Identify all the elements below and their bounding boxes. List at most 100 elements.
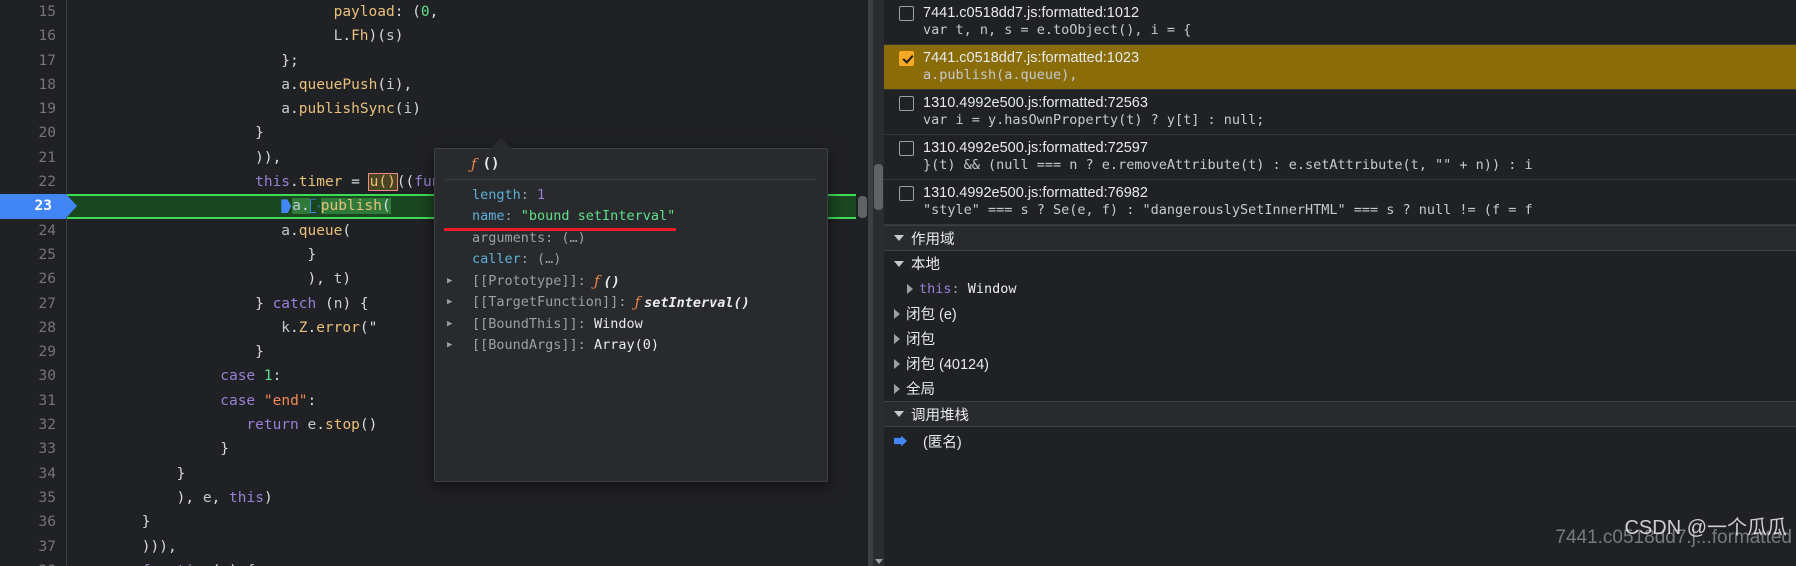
call-stack-section-header[interactable]: 调用堆栈 [884,401,1796,427]
code-line-text[interactable]: function(e) { [66,559,868,566]
inspected-token[interactable]: u() [367,173,398,192]
breakpoint-header[interactable]: 7441.c0518dd7.js:formatted:1023 [884,50,1796,66]
sidebar-scrollbar[interactable] [873,0,884,566]
code-line-text[interactable]: ))), [66,535,868,559]
code-line[interactable]: 16 L.Fh)(s) [0,24,868,48]
breakpoint-location[interactable]: 1310.4992e500.js:formatted:76982 [923,185,1148,201]
scope-tree[interactable]: 本地 this: Window 闭包 (e) 闭包 闭包 (40124) 全局 [884,251,1796,401]
scope-variable-row[interactable]: this: Window [884,276,1796,301]
chevron-down-icon[interactable] [894,260,904,267]
code-line[interactable]: 36} [0,510,868,534]
debugger-sidebar[interactable]: 7441.c0518dd7.js:formatted:1012 var t, n,… [873,0,1796,566]
code-line[interactable]: 18 a.queuePush(i), [0,73,868,97]
scrollbar-down-arrow-icon[interactable] [875,559,883,564]
breakpoint-checkbox[interactable] [899,185,914,201]
line-number[interactable]: 34 [0,462,66,486]
line-number[interactable]: 33 [0,437,66,461]
code-line-text[interactable]: L.Fh)(s) [66,24,868,48]
popover-property-row[interactable]: ▶ [[TargetFunction]]: ƒ setInterval() [435,292,827,314]
breakpoint-item[interactable]: 1310.4992e500.js:formatted:72597}(t) && … [884,135,1796,180]
source-code-panel[interactable]: 15 payload: (0, 16 L.Fh)(s) 17}; 18 a.queuePus… [0,0,868,566]
popover-property-row[interactable]: ▶ [[BoundArgs]]: Array(0) [435,335,827,357]
chevron-down-icon[interactable] [894,411,904,417]
line-number[interactable]: 15 [0,0,66,24]
breakpoint-checkbox[interactable] [899,50,914,66]
code-line[interactable]: 19 a.publishSync(i) [0,97,868,121]
line-number[interactable]: 32 [0,413,66,437]
breakpoint-location[interactable]: 1310.4992e500.js:formatted:72597 [923,140,1148,156]
expand-triangle-icon[interactable]: ▶ [447,297,452,307]
line-number[interactable]: 38 [0,559,66,566]
breakpoint-header[interactable]: 1310.4992e500.js:formatted:72563 [884,95,1796,111]
breakpoint-checkbox[interactable] [899,95,914,111]
breakpoint-item[interactable]: 1310.4992e500.js:formatted:76982 "style" … [884,180,1796,225]
chevron-right-icon[interactable] [894,308,900,319]
breakpoint-header[interactable]: 1310.4992e500.js:formatted:76982 [884,185,1796,201]
scope-section-header[interactable]: 作用域 [884,225,1796,251]
line-number[interactable]: 19 [0,97,66,121]
breakpoints-list[interactable]: 7441.c0518dd7.js:formatted:1012 var t, n,… [884,0,1796,225]
line-number[interactable]: 23 [0,194,77,219]
chevron-down-icon[interactable] [894,235,904,241]
line-number[interactable]: 31 [0,389,66,413]
code-line[interactable]: 35), e, this) [0,486,868,510]
line-number[interactable]: 26 [0,267,66,291]
chevron-right-icon[interactable] [894,383,900,394]
code-line-text[interactable]: } [66,510,868,534]
code-line-text[interactable]: } [66,121,868,145]
line-number[interactable]: 30 [0,364,66,388]
chevron-right-icon[interactable] [894,358,900,369]
popover-property-row[interactable]: length: 1 [435,184,827,206]
line-number[interactable]: 36 [0,510,66,534]
scope-group-row[interactable]: 全局 [884,376,1796,401]
popover-property-row[interactable]: caller: (…) [435,249,827,271]
breakpoint-checkbox[interactable] [899,140,914,156]
breakpoint-location[interactable]: 7441.c0518dd7.js:formatted:1023 [923,50,1139,66]
line-number[interactable]: 28 [0,316,66,340]
expand-triangle-icon[interactable]: ▶ [447,319,452,329]
code-line-text[interactable]: a.queuePush(i), [66,73,868,97]
line-number[interactable]: 25 [0,243,66,267]
breakpoint-item[interactable]: 1310.4992e500.js:formatted:72563 var i = … [884,90,1796,135]
sidebar-scrollbar-thumb[interactable] [874,164,883,210]
code-line[interactable]: 17}; [0,49,868,73]
code-line-text[interactable]: }; [66,49,868,73]
popover-property-row[interactable]: ▶ [[BoundThis]]: Window [435,313,827,335]
code-line[interactable]: 15 payload: (0, [0,0,868,24]
line-number[interactable]: 18 [0,73,66,97]
breakpoint-item[interactable]: 7441.c0518dd7.js:formatted:1023 a.publish… [884,45,1796,90]
line-number[interactable]: 22 [0,170,66,194]
line-number[interactable]: 21 [0,146,66,170]
breakpoint-header[interactable]: 7441.c0518dd7.js:formatted:1012 [884,5,1796,21]
line-number[interactable]: 24 [0,219,66,243]
breakpoint-chevron-icon[interactable] [281,199,292,214]
code-line-text[interactable]: payload: (0, [66,0,868,24]
scope-group-row[interactable]: 闭包 [884,326,1796,351]
code-line-text[interactable]: ), e, this) [66,486,868,510]
code-line[interactable]: 20} [0,121,868,145]
chevron-right-icon[interactable] [894,333,900,344]
popover-property-list[interactable]: length: 1 name: "bound setInterval" argume… [435,180,827,356]
code-line-text[interactable]: a.publishSync(i) [66,97,868,121]
line-number[interactable]: 16 [0,24,66,48]
breakpoint-location[interactable]: 7441.c0518dd7.js:formatted:1012 [923,5,1139,21]
scope-group-row[interactable]: 本地 [884,251,1796,276]
code-line[interactable]: 37))), [0,535,868,559]
line-number[interactable]: 17 [0,49,66,73]
scope-group-row[interactable]: 闭包 (40124) [884,351,1796,376]
object-preview-popover[interactable]: ƒ () length: 1 name: "bound setInterval" a… [434,148,828,482]
breakpoint-chevron-outline-icon[interactable] [309,199,320,214]
call-stack-list[interactable]: (匿名) [884,427,1796,455]
scope-group-row[interactable]: 闭包 (e) [884,301,1796,326]
call-stack-frame[interactable]: (匿名) [884,427,1796,455]
breakpoint-item[interactable]: 7441.c0518dd7.js:formatted:1012 var t, n,… [884,0,1796,45]
line-number[interactable]: 27 [0,292,66,316]
popover-property-row[interactable]: name: "bound setInterval" [435,206,827,228]
expand-triangle-icon[interactable]: ▶ [447,276,452,286]
line-number[interactable]: 29 [0,340,66,364]
breakpoint-checkbox[interactable] [899,5,914,21]
line-number[interactable]: 35 [0,486,66,510]
popover-property-row[interactable]: ▶ [[Prototype]]: ƒ() [435,270,827,292]
breakpoint-header[interactable]: 1310.4992e500.js:formatted:72597 [884,140,1796,156]
breakpoint-location[interactable]: 1310.4992e500.js:formatted:72563 [923,95,1148,111]
